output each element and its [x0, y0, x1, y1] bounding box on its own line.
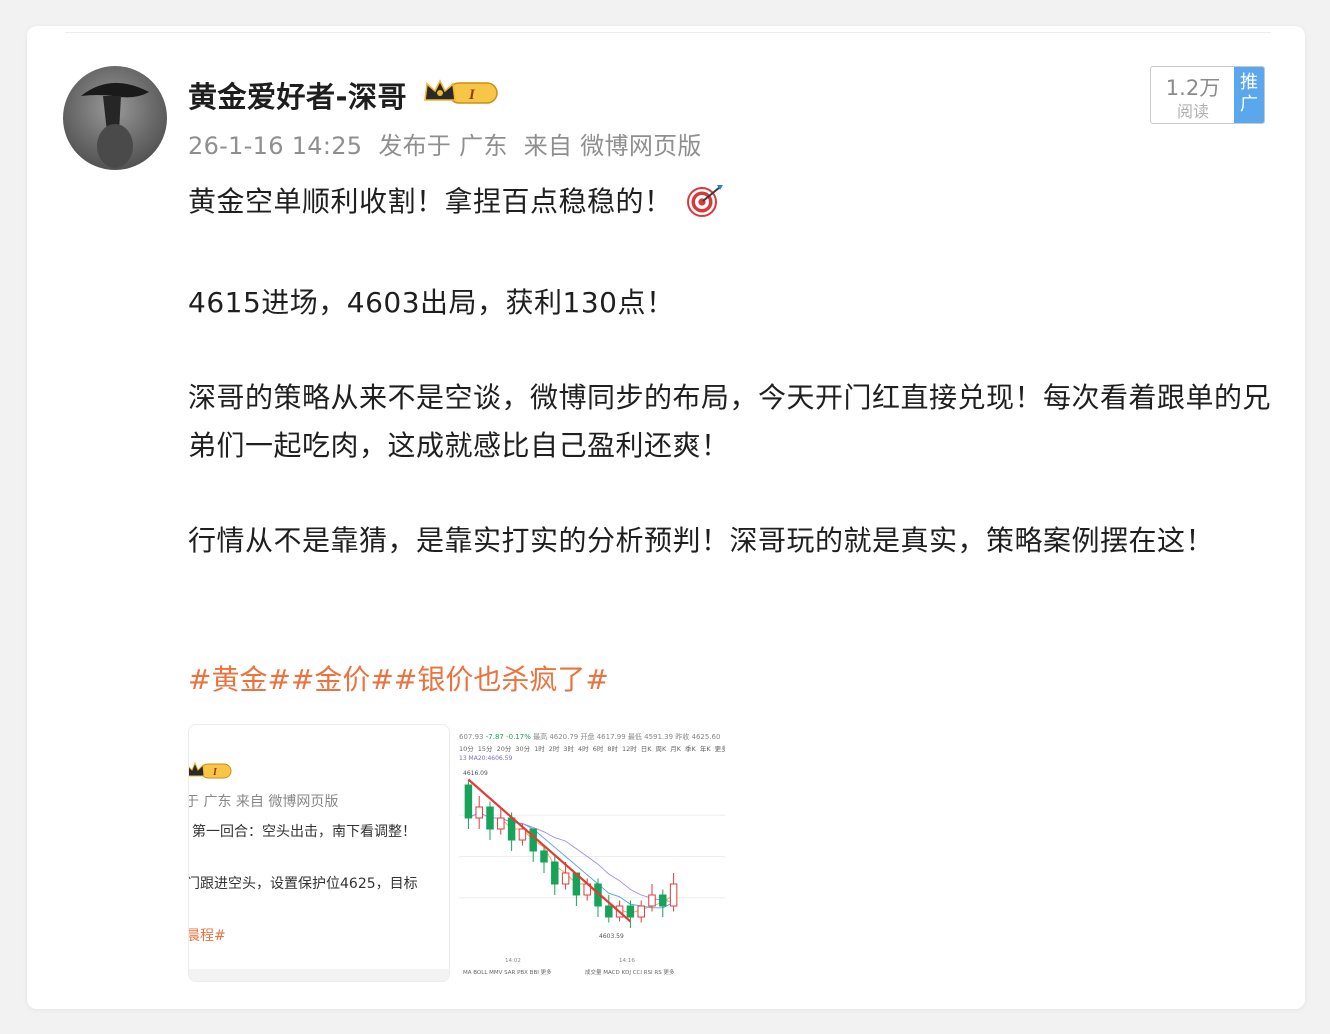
chart-tab-9: 8时 — [607, 745, 618, 753]
chart-low-label: 4603.59 — [599, 933, 624, 940]
chart-candle-body-15 — [626, 905, 635, 918]
hashtag-list: #黄金##金价##银价也杀疯了# — [188, 656, 609, 704]
chart-trendline — [467, 778, 632, 923]
thumb-hashtag: 晨程# — [188, 928, 226, 944]
post-paragraph: 4615进场，4603出局，获利130点！ — [188, 286, 675, 319]
chart-ma-label: 13 MA20:4606.59 — [459, 755, 513, 762]
avatar[interactable] — [63, 66, 167, 170]
chart-tab-2: 20分 — [496, 745, 512, 753]
chart-time-label: 14:02 — [505, 958, 521, 964]
chart-time-label: 14:16 — [619, 958, 635, 964]
thumb-meta: 于 广东 来自 微博网页版 — [188, 794, 339, 810]
chart-candle-body-6 — [529, 828, 537, 852]
chart-candle-body-18 — [659, 894, 667, 907]
chart-indicator-bar: MA BOLL MMV SAR PBX BBI 更多 — [463, 970, 552, 976]
hashtag-silver-price[interactable]: #银价也杀疯了# — [394, 663, 609, 696]
promote-button[interactable]: 推广 — [1234, 67, 1264, 123]
username[interactable]: 黄金爱好者-深哥 — [188, 74, 407, 116]
chart-candle-body-1 — [475, 806, 483, 819]
chart-candle-body-2 — [486, 806, 494, 830]
read-label: 阅读 — [1176, 102, 1209, 121]
read-count-badge[interactable]: 1.2万 阅读 推广 — [1150, 66, 1265, 124]
chart-tab-11: 日K — [640, 745, 652, 753]
post-paragraph: 黄金空单顺利收割！拿捏百点稳稳的！ — [188, 178, 1273, 232]
chart-tab-14: 季K — [685, 745, 696, 753]
chart-candle-body-17 — [648, 894, 656, 907]
hashtag-gold[interactable]: #黄金# — [188, 663, 291, 696]
chart-candle-body-16 — [637, 905, 645, 918]
chart-tab-7: 4时 — [578, 745, 589, 753]
chart-timeframe-tabs: 10分 15分 20分 30分 1时 2时 3时 4时 6时 8时 12时 日K 周K 月K 季K 年K 更多 — [459, 743, 725, 753]
post-location: 发布于 广东 — [378, 132, 508, 160]
chart-candle-body-0 — [464, 784, 473, 819]
thumb-footer — [189, 969, 449, 981]
chart-tab-4: 1时 — [534, 745, 545, 753]
chart-quote-detail: 最高 4620.79 开盘 4617.99 最低 4591.39 昨收 4625… — [533, 733, 721, 741]
image-thumbnail-kline-chart[interactable]: 607.93 -7.87 -0.17% 最高 4620.79 开盘 4617.9… — [459, 724, 725, 982]
chart-candle-body-5 — [518, 828, 527, 841]
hashtag-gold-price[interactable]: #金价# — [291, 663, 394, 696]
chart-tab-10: 12时 — [621, 745, 637, 753]
chart-candle-body-8 — [551, 861, 559, 885]
image-thumbnail-screenshot[interactable]: I 于 广东 来自 微博网页版 第一回合：空头出击，南下看调整！ 门跟进空头，设… — [188, 724, 450, 982]
chart-tab-8: 6时 — [592, 745, 604, 753]
thumb-text-line: 门跟进空头，设置保护位4625，目标 — [188, 876, 418, 892]
post-time[interactable]: 26-1-16 14:25 — [188, 132, 362, 160]
chart-tab-12: 周K — [655, 745, 667, 753]
post-body: 黄金空单顺利收割！拿捏百点稳稳的！ 4615进场，4603出局，获利130点！ … — [188, 178, 1273, 612]
chart-candle-body-9 — [561, 872, 570, 885]
bullseye-icon — [686, 183, 725, 232]
chart-candle-body-7 — [540, 850, 548, 863]
chart-tab-16: 更多 — [714, 745, 725, 753]
level-number: I — [468, 87, 476, 103]
chart-tab-13: 月K — [670, 745, 682, 753]
weibo-post-card: 黄金爱好者-深哥 I 26-1-16 14:25 发布于 广东 来自 微博网页版… — [27, 26, 1305, 1009]
chart-candle-body-3 — [497, 817, 505, 830]
chart-price: 607.93 — [459, 733, 484, 741]
chart-tab-5: 2时 — [548, 745, 560, 753]
chart-quote-header: 607.93 -7.87 -0.17% 最高 4620.79 开盘 4617.9… — [459, 732, 720, 742]
post-meta: 26-1-16 14:25 发布于 广东 来自 微博网页版 — [188, 126, 710, 161]
chart-indicator-bar: 成交量 MACD KDJ CCI RSI RS 更多 — [585, 970, 675, 976]
divider — [65, 32, 1271, 33]
chart-tab-1: 15分 — [477, 745, 493, 753]
chart-candle-body-13 — [605, 905, 613, 918]
crown-level-badge-icon[interactable]: I — [423, 78, 501, 108]
thumb-text-line: 第一回合：空头出击，南下看调整！ — [192, 824, 416, 840]
post-source: 来自 微博网页版 — [523, 132, 702, 160]
chart-tab-6: 3时 — [563, 745, 575, 753]
kline-chart — [459, 778, 725, 928]
chart-tab-15: 年K — [699, 745, 711, 753]
crown-level-badge-icon: I — [189, 761, 233, 781]
post-paragraph: 深哥的策略从来不是空谈，微博同步的布局，今天开门红直接兑现！每次看着跟单的兄弟们… — [188, 381, 1272, 462]
post-paragraph: 行情从不是靠猜，是靠实打实的分析预判！深哥玩的就是真实，策略案例摆在这！ — [188, 524, 1215, 557]
chart-candle-body-19 — [669, 883, 678, 907]
chart-tab-3: 30分 — [515, 745, 531, 753]
chart-change: -7.87 — [485, 733, 504, 741]
chart-change-pct: -0.17% — [506, 733, 531, 741]
chart-candle-body-4 — [507, 817, 516, 841]
chart-high-label: 4616.09 — [463, 770, 488, 777]
chart-tab-0: 10分 — [459, 745, 474, 753]
